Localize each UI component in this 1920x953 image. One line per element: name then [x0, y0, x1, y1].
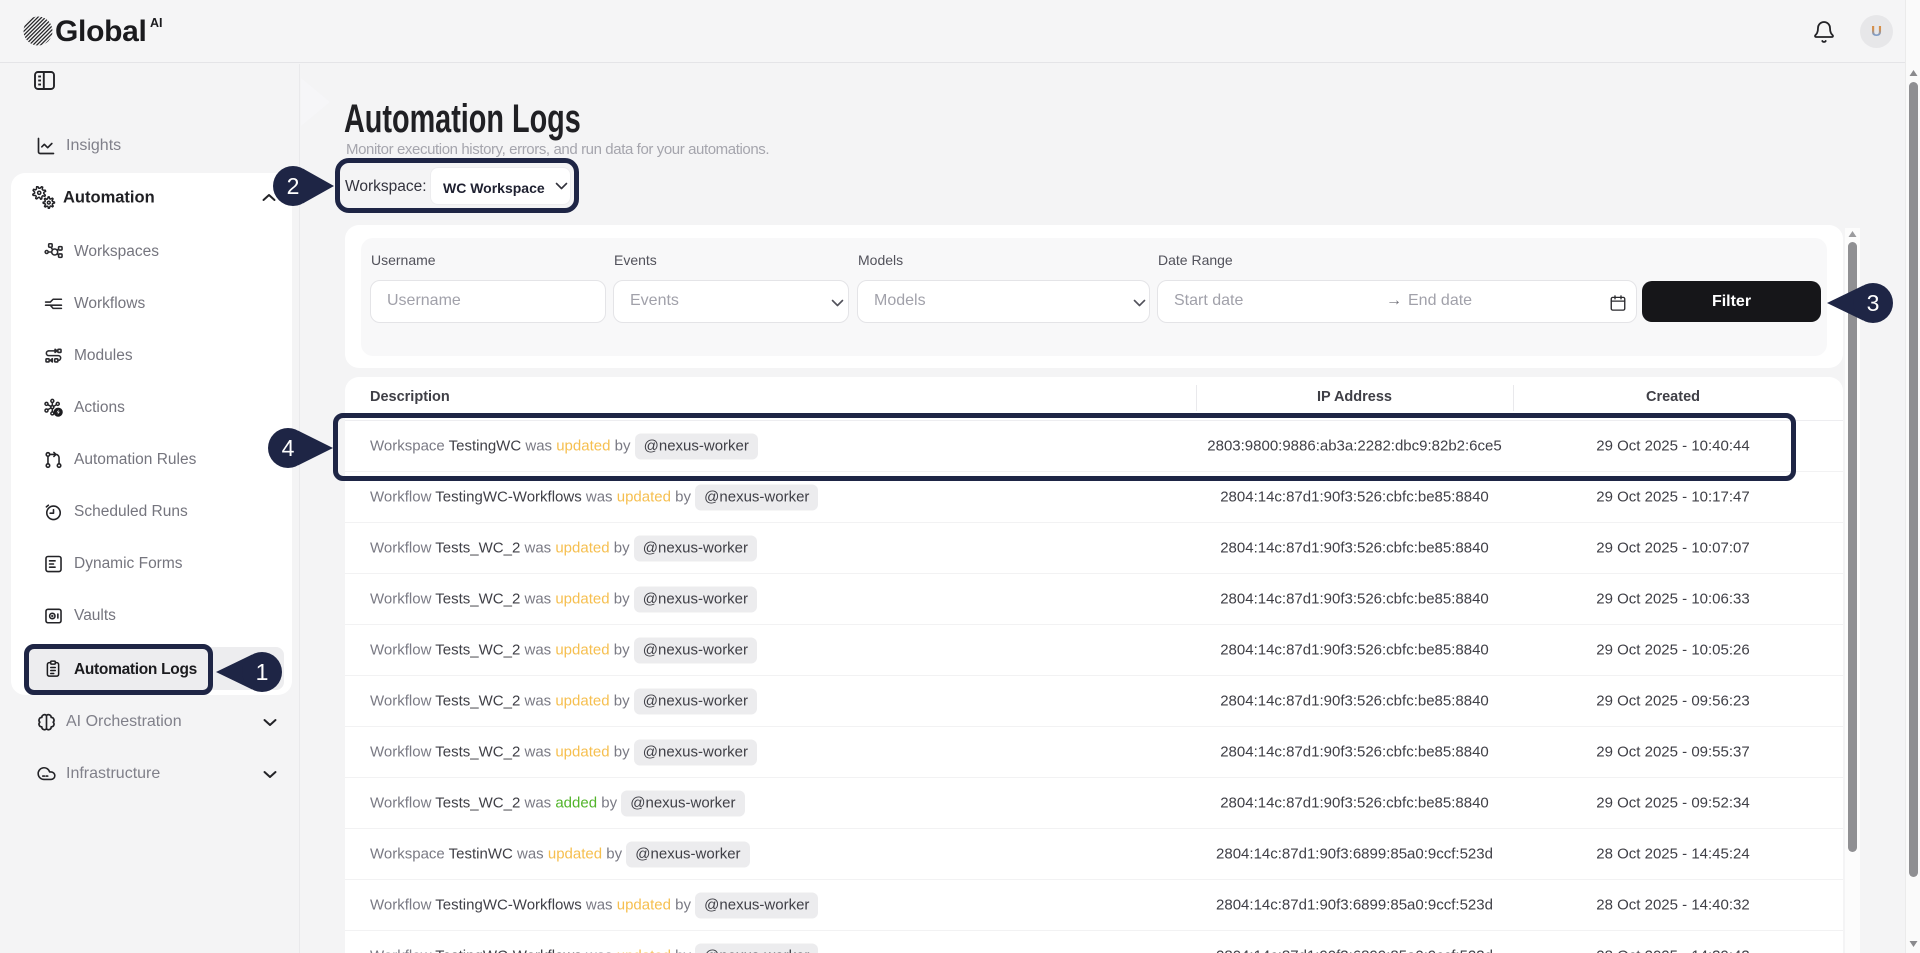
svg-text:2: 2 [287, 173, 300, 199]
svg-text:1: 1 [256, 659, 269, 685]
svg-text:3: 3 [1867, 290, 1880, 316]
svg-text:4: 4 [282, 435, 295, 461]
